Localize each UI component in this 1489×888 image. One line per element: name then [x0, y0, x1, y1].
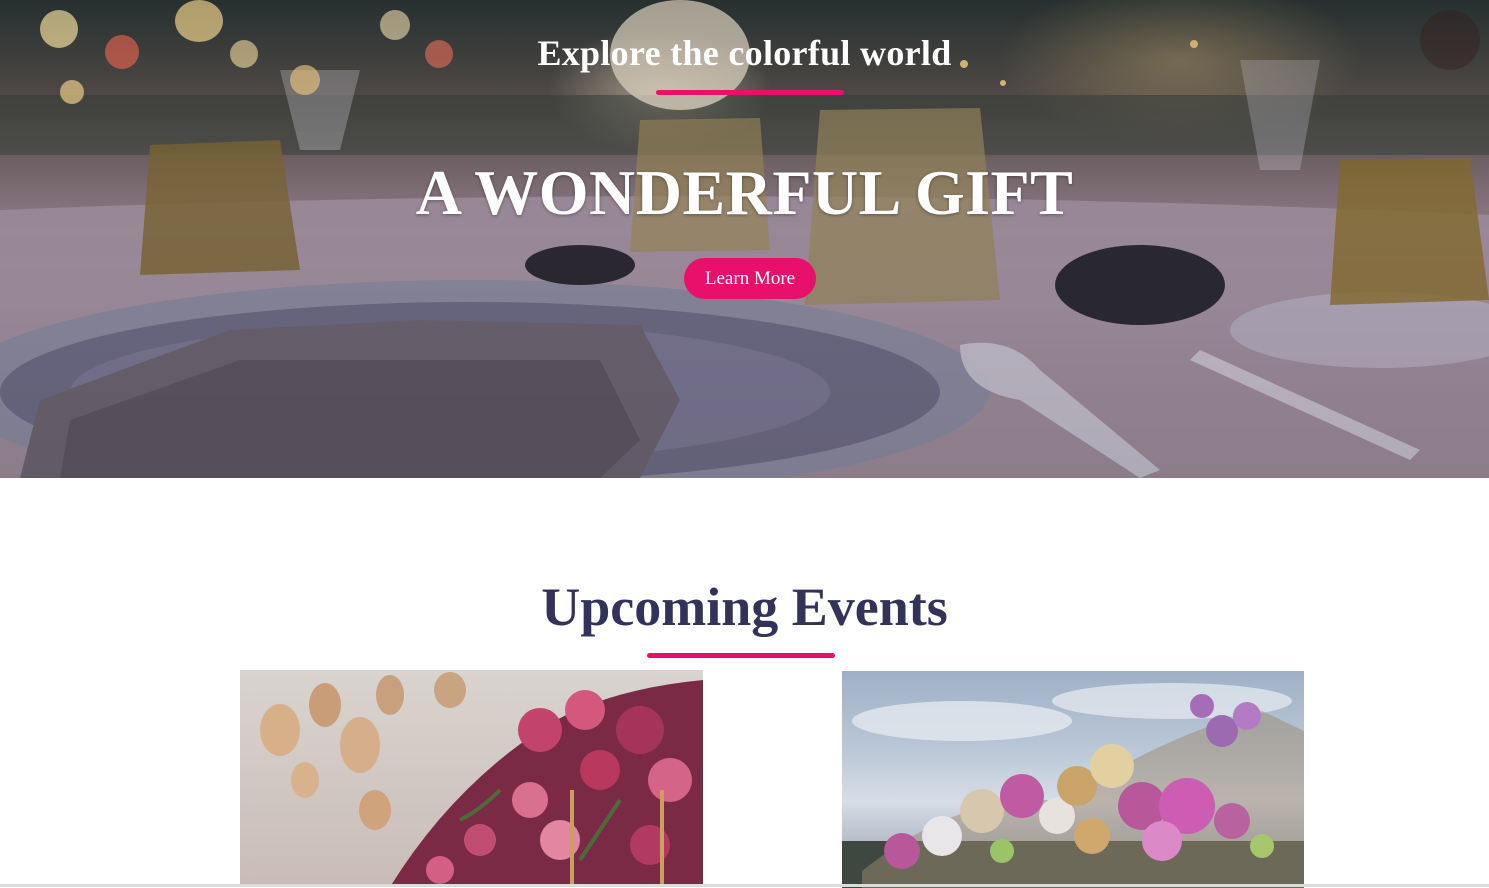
event-card-image-flowers[interactable] — [240, 670, 703, 887]
hero-title: A WONDERFUL GIFT — [415, 157, 1074, 228]
hero-banner: Explore the colorful world A WONDERFUL G… — [0, 0, 1489, 478]
hero-subtitle-underline — [656, 90, 844, 95]
learn-more-button[interactable]: Learn More — [684, 258, 816, 299]
event-card-image-balloons[interactable] — [842, 671, 1304, 888]
upcoming-events-underline — [647, 653, 835, 658]
upcoming-events-heading: Upcoming Events — [541, 577, 948, 637]
flower-arrangement-image — [260, 672, 703, 887]
balloon-arrangement-image — [842, 683, 1304, 888]
hero-subtitle: Explore the colorful world — [537, 33, 952, 73]
